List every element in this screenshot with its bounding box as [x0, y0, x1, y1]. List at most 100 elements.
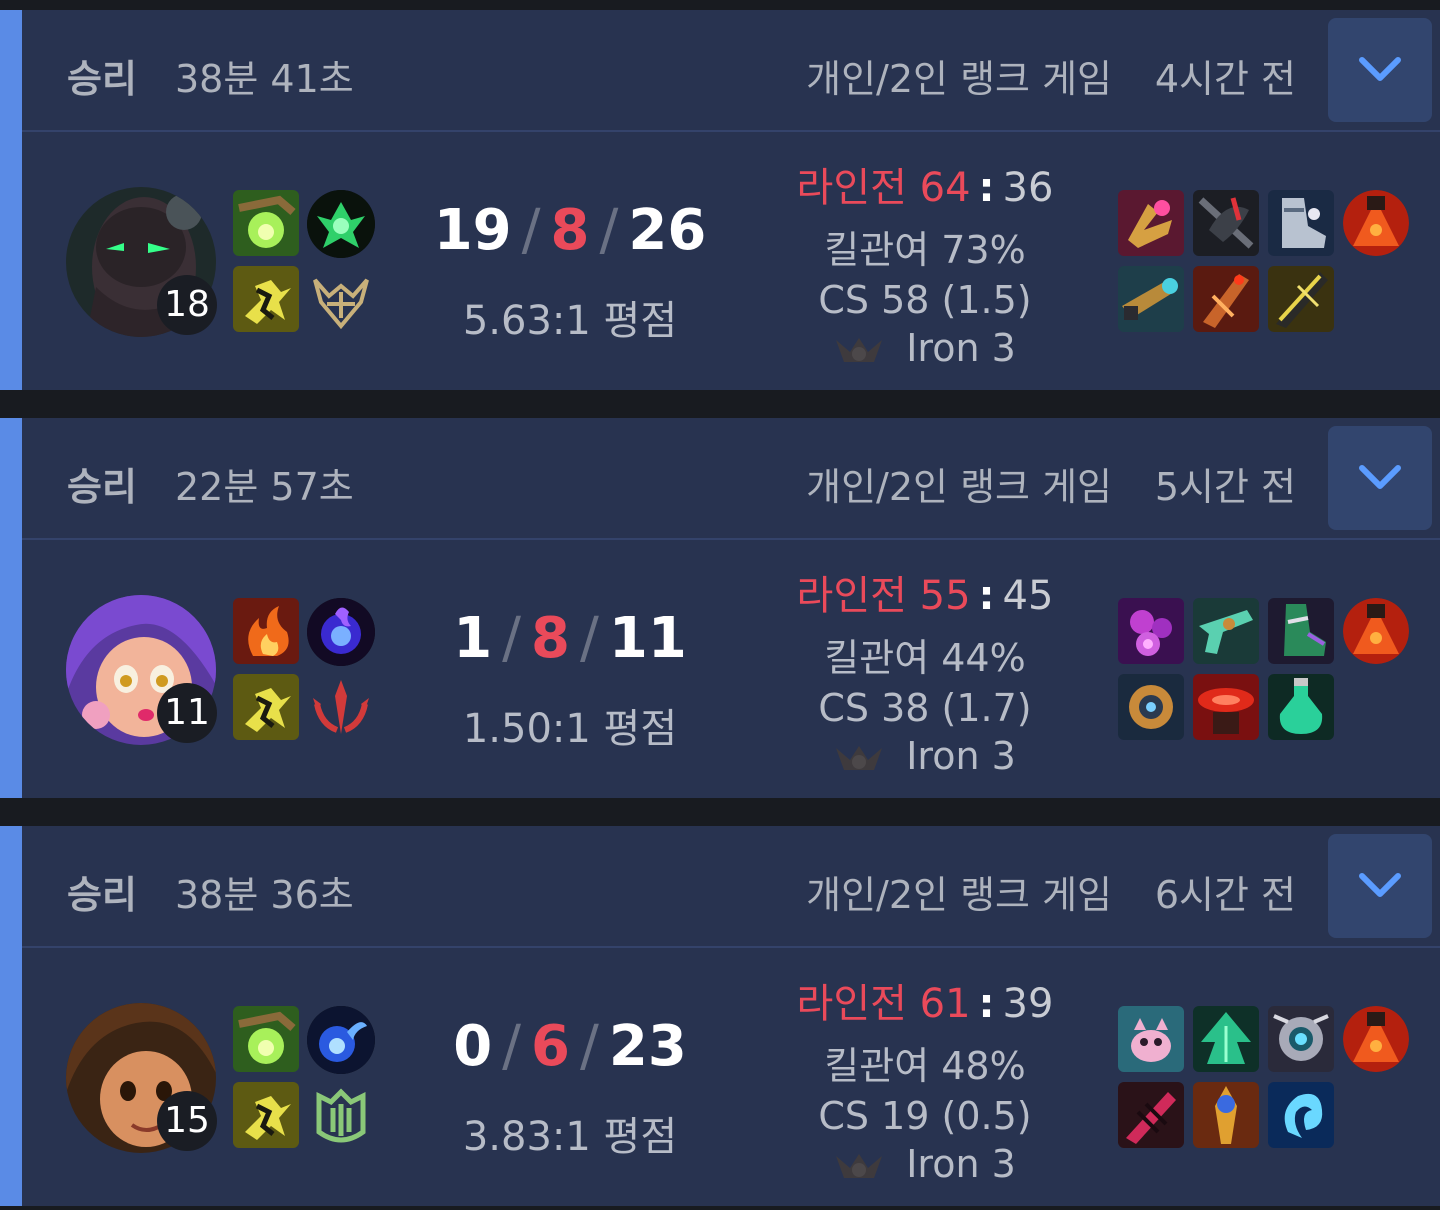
trinket-slot[interactable] [1343, 190, 1409, 256]
item-slot-2[interactable] [1193, 190, 1259, 256]
match-duration: 38분 36초 [175, 873, 354, 917]
silver-orb-item-icon [1268, 1006, 1334, 1072]
expand-button[interactable] [1328, 834, 1432, 938]
pink-claw-item-icon [1118, 190, 1184, 256]
laning-score: 라인전 61:39 [796, 981, 1054, 1027]
trinket-slot[interactable] [1343, 598, 1409, 664]
red-hat-item-icon [1193, 674, 1259, 740]
laning-opponent: 45 [1002, 573, 1054, 619]
cannon-blade-item-icon [1118, 266, 1184, 332]
teal-potion-item-icon [1268, 674, 1334, 740]
oracle-lens-trinket-icon [1343, 190, 1409, 256]
resolve-secondary-rune-icon [316, 1088, 366, 1143]
iron-emblem-icon [836, 1153, 883, 1178]
creep-score: CS 58 (1.5) [818, 278, 1032, 322]
match-stats: 라인전 64:36 킬관여 73% CS 58 (1.5) Iron 3 [760, 155, 1090, 370]
summoner-spell-1[interactable] [233, 598, 299, 664]
match-header: 승리 38분 41초 개인/2인 랭크 게임 4시간 전 [22, 10, 1440, 132]
keystone-rune[interactable] [307, 1006, 375, 1074]
match-stats: 라인전 61:39 킬관여 48% CS 19 (0.5) Iron 3 [760, 971, 1090, 1186]
kill-participation: 킬관여 48% [824, 1044, 1026, 1088]
item-slot-3[interactable] [1268, 190, 1334, 256]
item-slot-5[interactable] [1193, 1082, 1259, 1148]
tier-row: Iron 3 [760, 734, 1090, 778]
green-tree-item-icon [1193, 1006, 1259, 1072]
item-slot-6[interactable] [1268, 674, 1334, 740]
kda-score: 0/6/23 [453, 1014, 687, 1079]
kill-participation: 킬관여 73% [824, 228, 1026, 272]
deaths: 8 [531, 606, 570, 671]
match-header: 승리 38분 36초 개인/2인 랭크 게임 6시간 전 [22, 826, 1440, 948]
assists: 23 [608, 1014, 687, 1079]
assists: 26 [628, 198, 707, 263]
chevron-down-icon [1359, 57, 1401, 81]
crimson-gun-item-icon [1193, 266, 1259, 332]
match-result: 승리 [67, 873, 137, 917]
match-result: 승리 [67, 57, 137, 101]
kills: 0 [453, 1014, 493, 1079]
item-slot-1[interactable] [1118, 598, 1184, 664]
summoner-spell-2[interactable] [233, 266, 299, 332]
laning-label: 라인전 64 [796, 165, 971, 211]
match-header: 승리 22분 57초 개인/2인 랭크 게임 5시간 전 [22, 418, 1440, 540]
time-ago: 5시간 전 [1154, 465, 1296, 509]
chevron-down-icon [1359, 465, 1401, 489]
secondary-rune[interactable] [307, 1082, 375, 1150]
item-slot-1[interactable] [1118, 1006, 1184, 1072]
tier-label: Iron 3 [906, 1142, 1016, 1186]
item-slot-4[interactable] [1118, 674, 1184, 740]
win-indicator-bar [0, 418, 22, 798]
item-slot-5[interactable] [1193, 674, 1259, 740]
teal-pistol-item-icon [1193, 598, 1259, 664]
bronze-gear-item-icon [1118, 674, 1184, 740]
iron-emblem-icon [836, 745, 883, 770]
precision-secondary-rune-icon [313, 278, 369, 330]
match-duration: 22분 57초 [175, 465, 354, 509]
item-slot-6[interactable] [1268, 266, 1334, 332]
match-card[interactable]: 승리 22분 57초 개인/2인 랭크 게임 5시간 전 11 1 / 8 / … [0, 418, 1440, 798]
creep-score: CS 38 (1.7) [818, 686, 1032, 730]
tier-row: Iron 3 [760, 1142, 1090, 1186]
secondary-rune[interactable] [307, 266, 375, 334]
queue-type: 개인/2인 랭크 게임 [806, 57, 1112, 101]
time-ago: 4시간 전 [1154, 57, 1296, 101]
oracle-lens-trinket-icon [1343, 1006, 1409, 1072]
expand-button[interactable] [1328, 426, 1432, 530]
expand-button[interactable] [1328, 18, 1432, 122]
flash-icon [233, 674, 299, 740]
trinket-slot[interactable] [1343, 1006, 1409, 1072]
laning-label: 라인전 55 [796, 573, 971, 619]
summoner-spell-1[interactable] [233, 190, 299, 256]
item-slot-6[interactable] [1268, 1082, 1334, 1148]
item-slot-3[interactable] [1268, 598, 1334, 664]
item-slot-2[interactable] [1193, 1006, 1259, 1072]
keystone-rune[interactable] [307, 190, 375, 258]
item-slot-2[interactable] [1193, 598, 1259, 664]
item-slot-4[interactable] [1118, 266, 1184, 332]
summoner-spell-1[interactable] [233, 1006, 299, 1072]
ignite-icon [233, 598, 299, 664]
match-result: 승리 [67, 465, 137, 509]
void-orb-item-icon [1118, 598, 1184, 664]
item-slot-5[interactable] [1193, 266, 1259, 332]
deaths: 8 [550, 198, 590, 263]
kda-ratio: 3.83:1 평점 [462, 1114, 678, 1160]
queue-type: 개인/2인 랭크 게임 [806, 465, 1112, 509]
laning-score: 라인전 55:45 [796, 573, 1054, 619]
match-card[interactable]: 승리 38분 41초 개인/2인 랭크 게임 4시간 전 18 19 / 8 /… [0, 10, 1440, 390]
steel-boots-item-icon [1268, 190, 1334, 256]
match-card[interactable]: 승리 38분 36초 개인/2인 랭크 게임 6시간 전 15 0 / 6 / … [0, 826, 1440, 1206]
laning-label: 라인전 61 [796, 981, 971, 1027]
item-slot-1[interactable] [1118, 190, 1184, 256]
keystone-rune[interactable] [307, 598, 375, 666]
smite-icon [233, 1006, 299, 1072]
secondary-rune[interactable] [307, 674, 375, 742]
summoner-spell-2[interactable] [233, 1082, 299, 1148]
item-slot-3[interactable] [1268, 1006, 1334, 1072]
kills: 1 [453, 606, 493, 671]
chevron-down-icon [1359, 873, 1401, 897]
summoner-spell-2[interactable] [233, 674, 299, 740]
item-slot-4[interactable] [1118, 1082, 1184, 1148]
win-indicator-bar [0, 826, 22, 1206]
match-duration: 38분 41초 [175, 57, 354, 101]
